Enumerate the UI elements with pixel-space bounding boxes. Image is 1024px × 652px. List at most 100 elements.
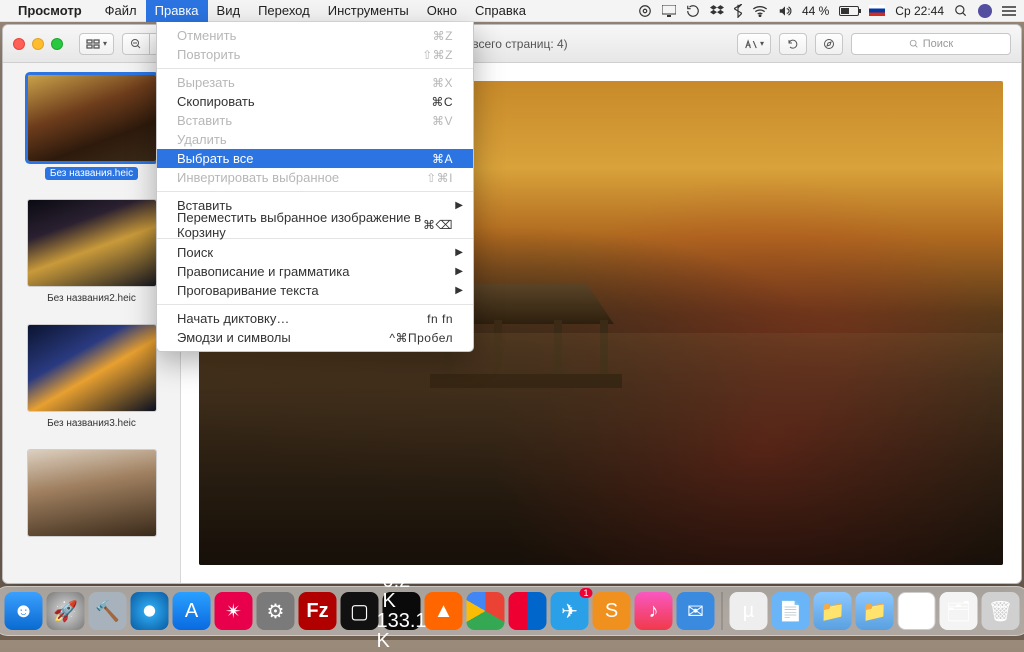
dock-utorrent-icon[interactable]: µ xyxy=(730,592,768,630)
dock-finder-icon[interactable]: ☻ xyxy=(5,592,43,630)
menu-item-label: Эмодзи и символы xyxy=(177,330,291,345)
menu-item[interactable]: Скопировать⌘C xyxy=(157,92,473,111)
spotlight-icon[interactable] xyxy=(954,4,968,18)
app-name[interactable]: Просмотр xyxy=(18,3,82,18)
menu-item-label: Проговаривание текста xyxy=(177,283,319,298)
dock-sublime-icon[interactable]: S xyxy=(593,592,631,630)
menu-item-label: Скопировать xyxy=(177,94,255,109)
siri-icon[interactable] xyxy=(978,4,992,18)
view-mode-button[interactable]: ▾ xyxy=(79,33,114,55)
input-source-flag-icon[interactable] xyxy=(869,5,885,16)
menu-go[interactable]: Переход xyxy=(249,0,319,22)
thumbnail-sidebar[interactable]: Без названия.heic Без названия2.heic Без… xyxy=(3,63,181,583)
menu-file[interactable]: Файл xyxy=(96,0,146,22)
menu-view[interactable]: Вид xyxy=(208,0,250,22)
menu-item: Вставить ⌘V xyxy=(157,111,473,130)
dock-netmonitor-icon[interactable]: 0.2 K133.1 K xyxy=(383,592,421,630)
timemachine-icon[interactable] xyxy=(686,4,700,18)
thumb-image[interactable] xyxy=(28,325,156,411)
thumb-image[interactable] xyxy=(28,450,156,536)
dock-parallels-icon[interactable] xyxy=(509,592,547,630)
clock[interactable]: Ср 22:44 xyxy=(895,4,944,18)
submenu-arrow-icon: ▶ xyxy=(455,200,463,211)
dock-trash-icon[interactable]: 🗑 xyxy=(982,592,1020,630)
menu-item[interactable]: Выбрать все ⌘A xyxy=(157,149,473,168)
rotate-button[interactable] xyxy=(779,33,807,55)
submenu-arrow-icon: ▶ xyxy=(455,285,463,296)
menu-item[interactable]: Эмодзи и символы^⌘Пробел xyxy=(157,328,473,347)
menu-item-label: Правописание и грамматика xyxy=(177,264,349,279)
minimize-button[interactable] xyxy=(32,38,44,50)
dock-folder-icon[interactable]: 📁 xyxy=(814,592,852,630)
dock: ☻ 🚀 🔨 A ✴ ⚙ Fz ▢ 0.2 K133.1 K ▲ ✈1 S ♪ ✉… xyxy=(0,586,1024,636)
dock-hammer-icon[interactable]: 🔨 xyxy=(89,592,127,630)
dock-documents-icon[interactable]: 📄 xyxy=(772,592,810,630)
menu-item-shortcut: ⇧⌘Z xyxy=(422,48,453,62)
thumb-item[interactable] xyxy=(3,450,180,536)
menu-item-label: Поиск xyxy=(177,245,213,260)
thumb-label: Без названия.heic xyxy=(45,167,138,180)
thumb-item[interactable]: Без названия2.heic xyxy=(3,200,180,305)
menu-item[interactable]: Начать диктовку…fn fn xyxy=(157,309,473,328)
menu-item[interactable]: Правописание и грамматика▶ xyxy=(157,262,473,281)
menu-item-label: Вставить xyxy=(177,113,232,128)
search-placeholder: Поиск xyxy=(923,38,953,50)
menu-item-label: Отменить xyxy=(177,28,236,43)
menu-help[interactable]: Справка xyxy=(466,0,535,22)
menu-item-shortcut: ⇧⌘I xyxy=(426,171,453,185)
thumb-item[interactable]: Без названия.heic xyxy=(3,75,180,180)
annotate-button[interactable] xyxy=(815,33,843,55)
battery-percent[interactable]: 44 % xyxy=(802,4,829,18)
dock-creative-icon[interactable]: ✴ xyxy=(215,592,253,630)
menu-item-label: Выбрать все xyxy=(177,151,253,166)
thumb-label: Без названия2.heic xyxy=(42,292,141,305)
zoom-button[interactable] xyxy=(51,38,63,50)
menu-item: Отменить⌘Z xyxy=(157,26,473,45)
menu-item-shortcut: ⌘V xyxy=(432,114,453,128)
dock-mail-icon[interactable]: ✉ xyxy=(677,592,715,630)
menu-item-shortcut: ⌘A xyxy=(432,152,453,166)
traffic-lights xyxy=(13,38,63,50)
submenu-arrow-icon: ▶ xyxy=(455,247,463,258)
menu-window[interactable]: Окно xyxy=(418,0,466,22)
dock-document-icon[interactable] xyxy=(898,592,936,630)
menu-item[interactable]: Поиск ▶ xyxy=(157,243,473,262)
menu-tools[interactable]: Инструменты xyxy=(319,0,418,22)
menu-item: Удалить xyxy=(157,130,473,149)
dock-appstore-icon[interactable]: A xyxy=(173,592,211,630)
dock-itunes-icon[interactable]: ♪ xyxy=(635,592,673,630)
dropbox-icon[interactable] xyxy=(710,5,724,17)
volume-icon[interactable] xyxy=(778,5,792,17)
markup-button[interactable]: ▾ xyxy=(737,33,771,55)
dock-stack-icon[interactable]: 🗂 xyxy=(940,592,978,630)
dock-settings-icon[interactable]: ⚙ xyxy=(257,592,295,630)
close-button[interactable] xyxy=(13,38,25,50)
dock-terminal-icon[interactable]: ▢ xyxy=(341,592,379,630)
notification-center-icon[interactable] xyxy=(1002,5,1016,17)
dock-vlc-icon[interactable]: ▲ xyxy=(425,592,463,630)
thumb-image[interactable] xyxy=(28,75,156,161)
menu-item-label: Повторить xyxy=(177,47,240,62)
display-icon[interactable] xyxy=(662,5,676,17)
thumb-image[interactable] xyxy=(28,200,156,286)
dock-safari-icon[interactable] xyxy=(131,592,169,630)
thumb-item[interactable]: Без названия3.heic xyxy=(3,325,180,430)
dock-launchpad-icon[interactable]: 🚀 xyxy=(47,592,85,630)
zoom-out-button[interactable] xyxy=(122,33,150,55)
menu-item: Повторить ⇧⌘Z xyxy=(157,45,473,64)
battery-icon[interactable] xyxy=(839,6,859,16)
menubar-right: 44 % Ср 22:44 xyxy=(638,4,1016,18)
bluetooth-icon[interactable] xyxy=(734,4,742,18)
menu-extra-icon[interactable] xyxy=(638,4,652,18)
dock-downloads-icon[interactable]: 📁 xyxy=(856,592,894,630)
dock-telegram-icon[interactable]: ✈1 xyxy=(551,592,589,630)
wifi-icon[interactable] xyxy=(752,5,768,17)
dock-filezilla-icon[interactable]: Fz xyxy=(299,592,337,630)
thumb-label: Без названия3.heic xyxy=(42,417,141,430)
menu-item-label: Переместить выбранное изображение в Корз… xyxy=(177,210,423,240)
menu-item[interactable]: Переместить выбранное изображение в Корз… xyxy=(157,215,473,234)
menu-edit[interactable]: Правка xyxy=(146,0,208,22)
search-field[interactable]: Поиск xyxy=(851,33,1011,55)
menu-item[interactable]: Проговаривание текста ▶ xyxy=(157,281,473,300)
dock-chrome-icon[interactable] xyxy=(467,592,505,630)
